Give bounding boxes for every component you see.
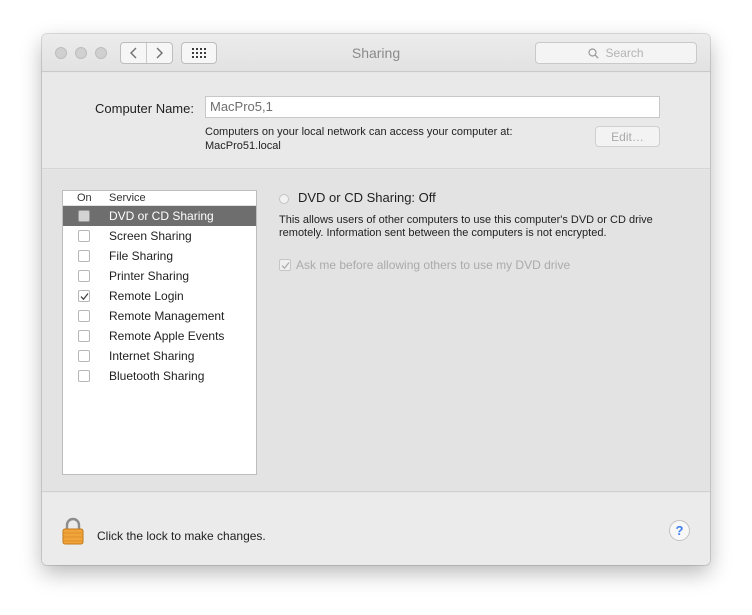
service-label: Remote Login [109, 289, 184, 303]
service-checkbox[interactable] [78, 210, 90, 222]
service-label: Internet Sharing [109, 349, 195, 363]
service-label: Remote Apple Events [109, 329, 225, 343]
status-indicator [279, 194, 289, 204]
service-row-screen-sharing[interactable]: Screen Sharing [63, 226, 256, 246]
service-row-remote-login[interactable]: Remote Login [63, 286, 256, 306]
checkmark-icon [281, 261, 289, 269]
services-panel: On Service DVD or CD Sharing Screen Shar… [42, 170, 710, 492]
service-label: Remote Management [109, 309, 225, 323]
ask-before-allowing-checkbox[interactable] [279, 259, 291, 271]
padlock-icon[interactable] [62, 517, 84, 545]
local-hostname: MacPro51.local [205, 140, 281, 152]
service-label: Printer Sharing [109, 269, 190, 283]
service-row-internet-sharing[interactable]: Internet Sharing [63, 346, 256, 366]
magnifier-icon [588, 47, 600, 59]
service-row-dvd-or-cd-sharing[interactable]: DVD or CD Sharing [63, 206, 256, 226]
service-checkbox[interactable] [78, 230, 90, 242]
service-checkbox[interactable] [78, 270, 90, 282]
ask-before-allowing-option: Ask me before allowing others to use my … [279, 258, 570, 272]
service-checkbox[interactable] [78, 370, 90, 382]
service-status: DVD or CD Sharing: Off [298, 190, 436, 205]
network-access-text: Computers on your local network can acce… [205, 126, 513, 138]
lock-panel: Click the lock to make changes. ? [42, 493, 710, 565]
question-mark-icon: ? [675, 523, 684, 538]
checkmark-icon [80, 292, 88, 300]
services-header: On Service [63, 191, 256, 206]
service-checkbox[interactable] [78, 350, 90, 362]
service-row-bluetooth-sharing[interactable]: Bluetooth Sharing [63, 366, 256, 386]
computer-name-label: Computer Name: [95, 101, 194, 116]
service-label: Screen Sharing [109, 229, 192, 243]
service-checkbox[interactable] [78, 310, 90, 322]
search-placeholder: Search [605, 46, 644, 60]
computer-name-input[interactable]: MacPro5,1 [205, 96, 660, 118]
service-row-file-sharing[interactable]: File Sharing [63, 246, 256, 266]
service-row-remote-apple-events[interactable]: Remote Apple Events [63, 326, 256, 346]
service-label: DVD or CD Sharing [109, 209, 214, 223]
service-row-remote-management[interactable]: Remote Management [63, 306, 256, 326]
title-bar: Sharing Search [42, 34, 710, 72]
services-list: On Service DVD or CD Sharing Screen Shar… [62, 190, 257, 475]
computer-name-description: Computers on your local network can acce… [205, 125, 545, 153]
service-row-printer-sharing[interactable]: Printer Sharing [63, 266, 256, 286]
service-description: This allows users of other computers to … [279, 214, 653, 239]
edit-hostname-button[interactable]: Edit… [595, 126, 660, 147]
service-checkbox[interactable] [78, 290, 90, 302]
lock-instruction: Click the lock to make changes. [97, 529, 266, 543]
help-button[interactable]: ? [669, 520, 690, 541]
search-field[interactable]: Search [535, 42, 697, 64]
column-header-on: On [77, 192, 92, 204]
ask-before-allowing-label: Ask me before allowing others to use my … [296, 258, 571, 272]
service-label: File Sharing [109, 249, 174, 263]
service-checkbox[interactable] [78, 330, 90, 342]
computer-name-panel: Computer Name: MacPro5,1 Computers on yo… [42, 73, 710, 169]
column-header-service: Service [109, 192, 146, 204]
service-label: Bluetooth Sharing [109, 369, 205, 383]
sharing-window: Sharing Search Computer Name: MacPro5,1 … [42, 34, 710, 565]
service-checkbox[interactable] [78, 250, 90, 262]
